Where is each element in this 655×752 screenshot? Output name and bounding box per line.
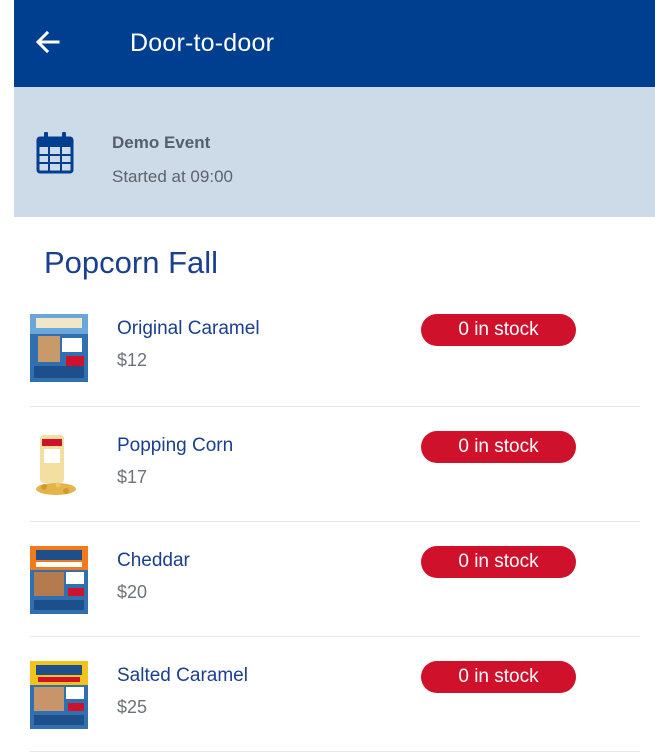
event-name: Demo Event bbox=[112, 133, 211, 152]
stock-badge: 0 in stock bbox=[421, 546, 576, 578]
product-row-cheddar[interactable]: Cheddar $20 0 in stock bbox=[30, 522, 640, 637]
event-banner[interactable]: Demo Event Started at 09:00 bbox=[14, 87, 655, 217]
back-button[interactable] bbox=[28, 22, 68, 62]
product-image bbox=[30, 661, 88, 729]
product-row-salted-caramel[interactable]: Salted Caramel $25 0 in stock bbox=[30, 637, 640, 752]
product-price: $12 bbox=[117, 350, 148, 370]
arrow-left-icon bbox=[35, 30, 60, 54]
product-name: Salted Caramel bbox=[117, 665, 248, 686]
product-price: $20 bbox=[117, 582, 148, 602]
stock-badge: 0 in stock bbox=[421, 314, 576, 346]
product-name: Original Caramel bbox=[117, 318, 260, 339]
calendar-icon bbox=[36, 132, 74, 174]
app-screen: Door-to-door Demo Event Started at 09:00… bbox=[14, 0, 655, 752]
product-price: $25 bbox=[117, 697, 148, 717]
product-name: Popping Corn bbox=[117, 435, 234, 456]
event-start-time: Started at 09:00 bbox=[112, 167, 233, 186]
product-list: Original Caramel $12 0 in stock Popping … bbox=[30, 290, 640, 752]
stock-badge: 0 in stock bbox=[421, 431, 576, 463]
product-image bbox=[30, 314, 88, 382]
product-row-popping-corn[interactable]: Popping Corn $17 0 in stock bbox=[30, 407, 640, 522]
page-title: Door-to-door bbox=[130, 29, 275, 57]
product-image bbox=[30, 546, 88, 614]
section-title: Popcorn Fall bbox=[44, 245, 219, 280]
product-price: $17 bbox=[117, 467, 148, 487]
stock-badge: 0 in stock bbox=[421, 661, 576, 693]
app-bar: Door-to-door bbox=[14, 0, 655, 87]
product-image bbox=[30, 431, 88, 499]
product-name: Cheddar bbox=[117, 550, 190, 571]
product-row-original-caramel[interactable]: Original Caramel $12 0 in stock bbox=[30, 290, 640, 407]
